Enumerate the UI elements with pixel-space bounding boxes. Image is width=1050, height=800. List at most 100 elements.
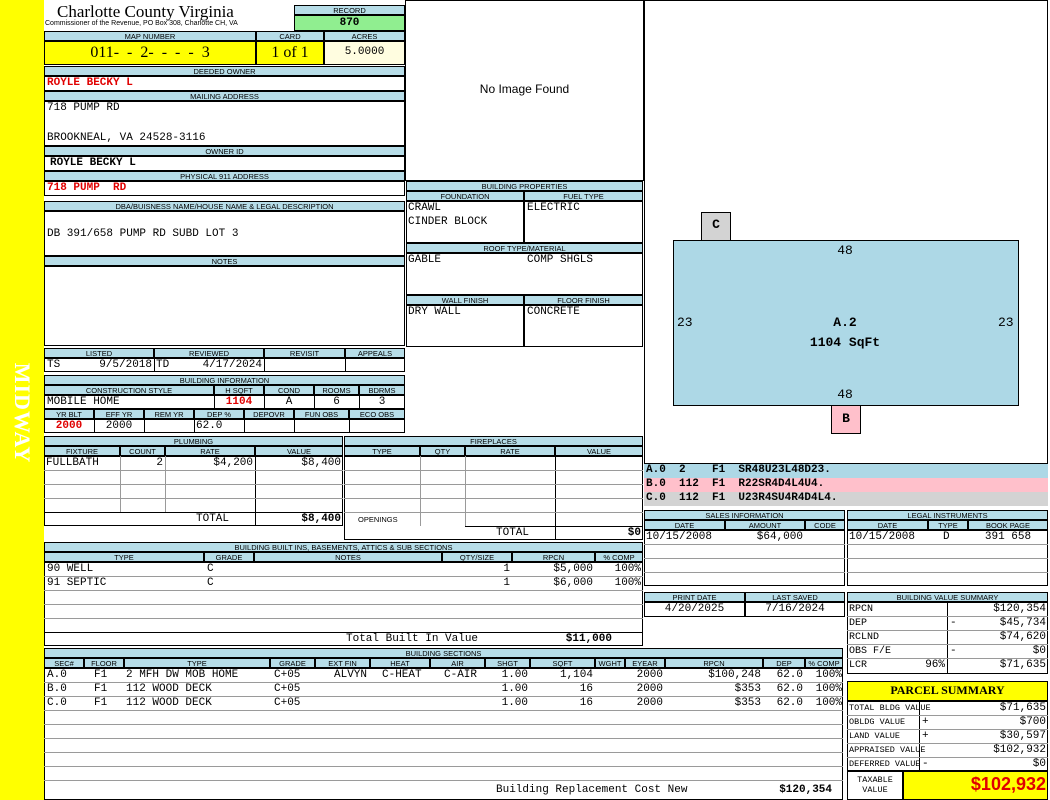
- fuel-type-value: ELECTRIC: [527, 202, 580, 214]
- section-sqft-1: 1,104: [559, 669, 593, 681]
- sketch-dim-left: 23: [677, 315, 693, 330]
- section-eyear-1: 2000: [636, 669, 663, 681]
- record-value: 870: [339, 17, 360, 29]
- depovr-label: DEPOVR: [244, 409, 294, 419]
- sketch-c-label: C: [712, 217, 720, 232]
- taxable-label-1: TAXABLE: [857, 775, 893, 785]
- built-in-type-2: 91 SEPTIC: [47, 577, 107, 589]
- card-value: 1 of 1: [271, 44, 309, 61]
- sketch-row-b-text: B.0 112 F1 R22SR4D4L4U4.: [646, 478, 825, 490]
- bdrms-value: 3: [378, 396, 386, 408]
- section-dep-3: 62.0: [776, 697, 803, 709]
- vs-lcr-pct: 96%: [925, 659, 945, 671]
- built-in-type-1: 90 WELL: [47, 563, 94, 575]
- bdrms-label: BDRMS: [359, 385, 405, 395]
- ecoobs-label: ECO OBS: [349, 409, 405, 419]
- print-date-label: PRINT DATE: [644, 592, 745, 602]
- fireplace-openings-label: OPENINGS: [358, 515, 398, 524]
- vs-rpcn-label: RPCN: [849, 604, 874, 615]
- yrblt-label: YR BLT: [44, 409, 94, 419]
- parcel-appraised-label: APPRAISED VALUE: [849, 745, 926, 755]
- comp-header: % COMP: [805, 658, 843, 668]
- parcel-bldg: $71,635: [999, 702, 1046, 714]
- section-comp-1: 100%: [815, 669, 842, 681]
- value-summary-label: BUILDING VALUE SUMMARY: [847, 592, 1048, 602]
- foundation-value1: CRAWL: [408, 202, 442, 214]
- deeded-owner-label: DEEDED OWNER: [44, 66, 405, 76]
- legal-date: 10/15/2008: [849, 531, 916, 543]
- built-ins-total-label: Total Built In Value: [346, 633, 479, 645]
- owner-id-label: OWNER ID: [44, 146, 405, 156]
- sections-total: $120,354: [779, 784, 832, 796]
- construction-style: MOBILE HOME: [47, 396, 120, 408]
- building-properties-label: BUILDING PROPERTIES: [406, 181, 643, 191]
- built-ins-label: BUILDING BUILT INS, BASEMENTS, ATTICS & …: [44, 542, 643, 552]
- county-title: Charlotte County Virginia: [57, 2, 234, 21]
- sketch-dim-bottom: 48: [837, 387, 853, 402]
- card-label: CARD: [256, 31, 324, 41]
- vs-obs-label: OBS F/E: [849, 646, 892, 657]
- fireplace-qty-header: QTY: [420, 446, 465, 456]
- last-saved-date: 7/16/2024: [765, 603, 825, 615]
- plumbing-count-header: COUNT: [120, 446, 165, 456]
- rooms-value: 6: [333, 396, 340, 408]
- mailing-line2: BROOKNEAL, VA 24528-3116: [47, 132, 206, 144]
- rpcn-header: RPCN: [665, 658, 763, 668]
- section-eyear-2: 2000: [636, 683, 663, 695]
- eyear-header: EYEAR: [625, 658, 665, 668]
- foundation-value2: CINDER BLOCK: [408, 216, 488, 228]
- foundation-label: FOUNDATION: [406, 191, 524, 201]
- section-sec-1: A.0: [47, 669, 67, 681]
- fireplace-type-header: TYPE: [344, 446, 420, 456]
- sales-date: 10/15/2008: [646, 531, 713, 543]
- roof-type-value: GABLE: [408, 254, 442, 266]
- built-ins-notes-header: NOTES: [254, 552, 442, 562]
- sales-date-header: DATE: [644, 520, 725, 530]
- reviewed-date: 4/17/2024: [202, 359, 262, 371]
- section-dep-2: 62.0: [776, 683, 803, 695]
- floor-finish-label: FLOOR FINISH: [524, 295, 643, 305]
- revisit-label: REVISIT: [264, 348, 345, 358]
- section-sec-2: B.0: [47, 683, 67, 695]
- fireplaces-label: FIREPLACES: [344, 436, 643, 446]
- plumbing-total-label: TOTAL: [196, 513, 230, 525]
- dep-header: DEP: [763, 658, 805, 668]
- dep-label: DEP %: [194, 409, 244, 419]
- hsqft-value: 1104: [225, 396, 253, 408]
- section-shgt-2: 1.00: [501, 683, 528, 695]
- acres-label: ACRES: [324, 31, 405, 41]
- plumbing-count-1: 2: [156, 457, 163, 469]
- legal-type-header: TYPE: [928, 520, 968, 530]
- listed-label: LISTED: [44, 348, 154, 358]
- wght-header: WGHT: [595, 658, 625, 668]
- sales-amount-header: AMOUNT: [725, 520, 805, 530]
- built-in-comp-2: 100%: [614, 577, 641, 589]
- physical-address-label: PHYSICAL 911 ADDRESS: [44, 171, 405, 181]
- sidebar-label: MIDWAY: [10, 362, 35, 464]
- grade-header: GRADE: [270, 658, 315, 668]
- yrblt-value: 2000: [55, 420, 83, 432]
- vs-dep-label: DEP: [849, 618, 868, 629]
- floor-finish-value: CONCRETE: [527, 306, 580, 318]
- plumbing-value-1: $8,400: [301, 457, 341, 469]
- plumbing-rate-header: RATE: [165, 446, 255, 456]
- fireplace-total-label: TOTAL: [496, 527, 530, 539]
- roof-label: ROOF TYPE/MATERIAL: [406, 243, 643, 253]
- built-in-grade-2: C: [207, 577, 214, 589]
- parcel-land-label: LAND VALUE: [849, 731, 901, 741]
- vs-lcr-label: LCR: [849, 660, 868, 671]
- parcel-appraised: $102,932: [993, 744, 1046, 756]
- sidebar: MIDWAY: [0, 0, 44, 800]
- shgt-header: SHGT: [485, 658, 530, 668]
- vs-obs: $0: [1032, 645, 1046, 657]
- built-in-comp-1: 100%: [614, 563, 641, 575]
- sections-total-label: Building Replacement Cost New: [496, 784, 688, 796]
- section-rpcn-1: $100,248: [708, 669, 761, 681]
- section-grade-1: C+05: [274, 669, 301, 681]
- funobs-label: FUN OBS: [294, 409, 349, 419]
- sketch-b-label: B: [842, 411, 850, 426]
- built-in-qty-2: 1: [503, 577, 510, 589]
- plumbing-fixture-header: FIXTURE: [44, 446, 120, 456]
- section-sqft-3: 16: [579, 697, 593, 709]
- section-extfin-1: ALVYN: [334, 669, 368, 681]
